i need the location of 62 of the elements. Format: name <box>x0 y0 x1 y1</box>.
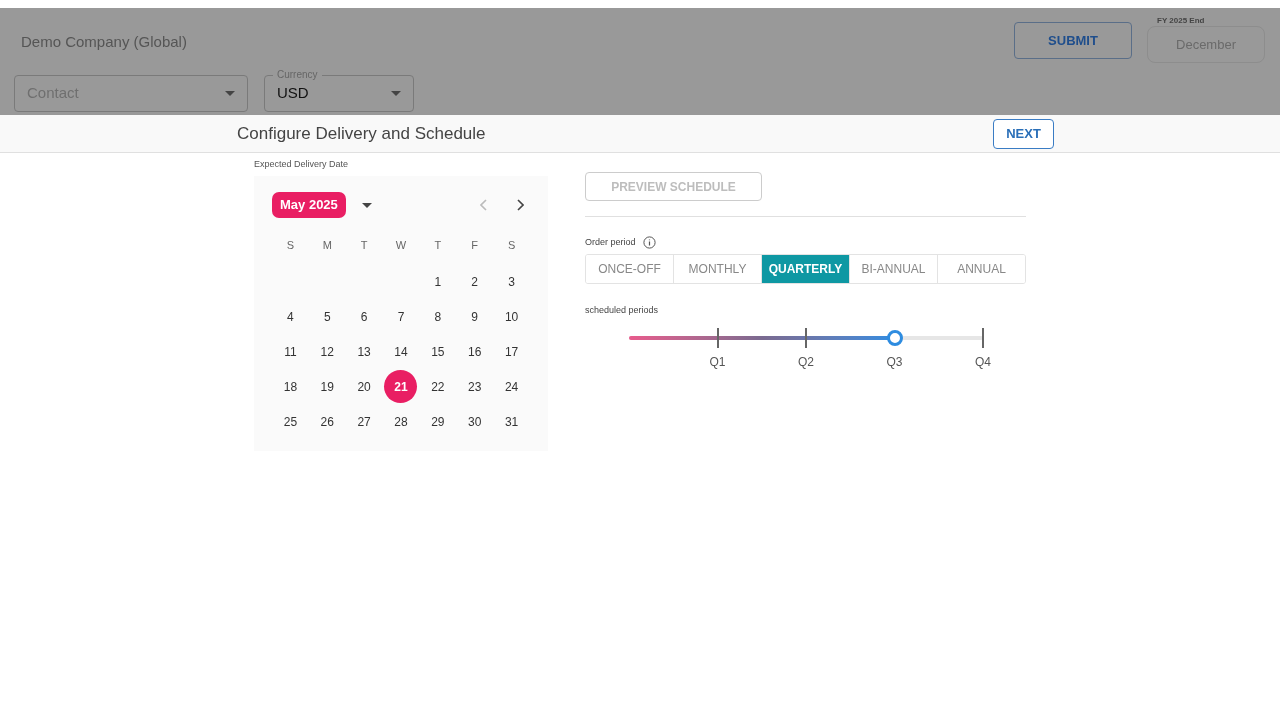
calendar-day[interactable]: 30 <box>458 405 492 438</box>
calendar-day[interactable]: 20 <box>347 370 381 403</box>
calendar-day[interactable]: 14 <box>384 335 418 368</box>
calendar-day[interactable]: 1 <box>421 265 455 298</box>
calendar-day[interactable]: 18 <box>273 370 307 403</box>
dropdown-caret-icon <box>225 90 235 96</box>
fiscal-year-label: FY 2025 End <box>1157 16 1205 26</box>
calendar-day[interactable]: 10 <box>495 300 529 333</box>
slider-tick <box>982 328 984 348</box>
calendar-day[interactable]: 3 <box>495 265 529 298</box>
calendar-day[interactable]: 28 <box>384 405 418 438</box>
calendar-day[interactable]: 13 <box>347 335 381 368</box>
calendar-day[interactable]: 29 <box>421 405 455 438</box>
weekday-label: T <box>360 237 368 253</box>
calendar-day[interactable]: 16 <box>458 335 492 368</box>
calendar-day[interactable]: 2 <box>458 265 492 298</box>
period-tick-label: Q4 <box>975 354 991 371</box>
calendar-day[interactable]: 11 <box>273 335 307 368</box>
dropdown-caret-icon <box>361 202 372 208</box>
period-tick-label: Q1 <box>709 354 726 371</box>
calendar-day[interactable]: 26 <box>310 405 344 438</box>
calendar-day[interactable]: 25 <box>273 405 307 438</box>
calendar-day[interactable]: 21 <box>384 370 418 403</box>
previous-month-icon[interactable] <box>480 199 488 211</box>
order-period-label: Order period <box>585 236 636 249</box>
scheduled-periods-label: scheduled periods <box>585 303 660 317</box>
calendar-day[interactable]: 12 <box>310 335 344 368</box>
calendar-day[interactable]: 24 <box>495 370 529 403</box>
weekday-label: S <box>286 237 295 253</box>
period-tick-label: Q3 <box>886 354 903 371</box>
calendar-day[interactable]: 4 <box>273 300 307 333</box>
calendar-day[interactable]: 19 <box>310 370 344 403</box>
dropdown-caret-icon <box>391 90 401 96</box>
calendar-day[interactable]: 5 <box>310 300 344 333</box>
calendar-day[interactable]: 6 <box>347 300 381 333</box>
next-button[interactable]: NEXT <box>993 118 1054 149</box>
order-period-option[interactable]: ANNUAL <box>937 254 1025 283</box>
company-name: Demo Company (Global) <box>21 32 188 52</box>
calendar-day[interactable]: 8 <box>421 300 455 333</box>
slider-thumb[interactable] <box>886 330 903 346</box>
month-year-button[interactable]: May 2025 <box>272 192 346 218</box>
calendar-day[interactable]: 15 <box>421 335 455 368</box>
calendar-day[interactable]: 22 <box>421 370 455 403</box>
calendar-label: Expected Delivery Date <box>254 158 350 170</box>
weekday-label: T <box>434 237 442 253</box>
calendar-day[interactable]: 23 <box>458 370 492 403</box>
slider-tick <box>805 328 807 348</box>
calendar-day[interactable]: 17 <box>495 335 529 368</box>
next-month-icon[interactable] <box>516 199 524 211</box>
slider-tick <box>716 328 719 348</box>
calendar-day[interactable]: 31 <box>495 405 529 438</box>
calendar-day[interactable]: 27 <box>347 405 381 438</box>
weekday-label: M <box>322 237 332 253</box>
weekday-label: F <box>471 237 479 253</box>
weekday-label: W <box>395 237 407 253</box>
weekday-label: S <box>507 237 516 253</box>
calendar-day[interactable]: 7 <box>384 300 418 333</box>
calendar-day[interactable]: 9 <box>458 300 492 333</box>
period-tick-label: Q2 <box>798 354 814 371</box>
page-title: Configure Delivery and Schedule <box>237 122 486 145</box>
period-slider[interactable] <box>629 327 983 349</box>
info-icon[interactable] <box>642 236 656 250</box>
